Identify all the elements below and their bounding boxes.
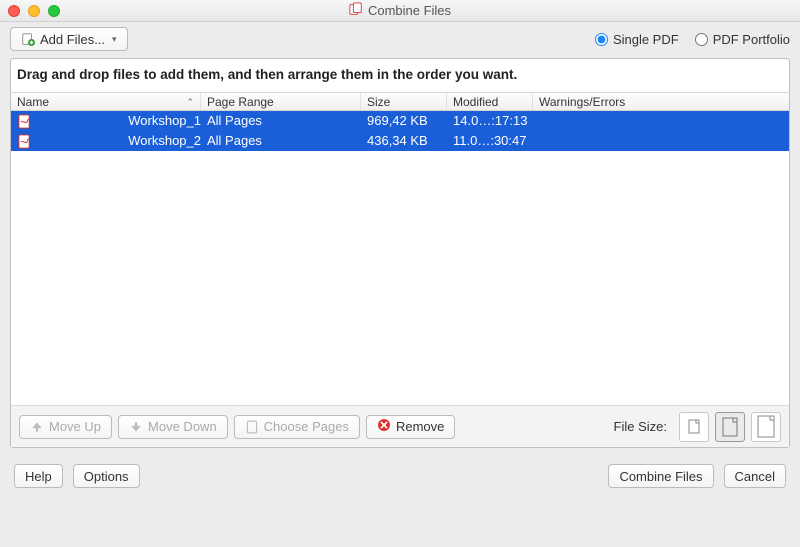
file-size-default-button[interactable] (715, 412, 745, 442)
file-warn (533, 131, 789, 151)
file-size-large-button[interactable] (751, 412, 781, 442)
arrow-down-icon (129, 420, 143, 434)
choose-pages-button[interactable]: Choose Pages (234, 415, 360, 439)
column-name[interactable]: Name ⌃ (11, 93, 201, 110)
list-toolbar: Move Up Move Down Choose Pages Remove Fi… (11, 405, 789, 447)
remove-button[interactable]: Remove (366, 415, 455, 439)
sort-ascending-icon: ⌃ (186, 93, 200, 111)
file-warn (533, 111, 789, 131)
table-header: Name ⌃ Page Range Size Modified Warnings… (11, 92, 789, 111)
top-bar: Add Files... ▾ Single PDF PDF Portfolio (0, 22, 800, 56)
add-files-icon (21, 32, 35, 46)
file-range: All Pages (201, 131, 361, 151)
combine-files-icon (349, 2, 363, 19)
table-body[interactable]: Workshop_1 All Pages 969,42 KB 14.0…:17:… (11, 111, 789, 405)
footer: Help Options Combine Files Cancel (0, 456, 800, 496)
move-up-button[interactable]: Move Up (19, 415, 112, 439)
file-size-value: 969,42 KB (361, 111, 447, 131)
file-range: All Pages (201, 111, 361, 131)
single-pdf-radio[interactable]: Single PDF (595, 32, 679, 47)
cancel-button[interactable]: Cancel (724, 464, 786, 488)
file-size-value: 436,34 KB (361, 131, 447, 151)
pdf-file-icon (17, 114, 32, 129)
file-list-panel: Drag and drop files to add them, and the… (10, 58, 790, 448)
file-name: Workshop_2 (128, 131, 201, 151)
minimize-window-button[interactable] (28, 5, 40, 17)
maximize-window-button[interactable] (48, 5, 60, 17)
file-size-small-button[interactable] (679, 412, 709, 442)
options-button[interactable]: Options (73, 464, 140, 488)
pages-icon (245, 420, 259, 434)
file-name: Workshop_1 (128, 111, 201, 131)
pdf-file-icon (17, 134, 32, 149)
combine-files-button[interactable]: Combine Files (608, 464, 713, 488)
help-button[interactable]: Help (14, 464, 63, 488)
column-modified[interactable]: Modified (447, 93, 533, 110)
column-page-range[interactable]: Page Range (201, 93, 361, 110)
column-warnings[interactable]: Warnings/Errors (533, 93, 789, 110)
window-controls (8, 5, 60, 17)
move-down-button[interactable]: Move Down (118, 415, 228, 439)
output-type-group: Single PDF PDF Portfolio (595, 32, 790, 47)
titlebar: Combine Files (0, 0, 800, 22)
pdf-portfolio-radio[interactable]: PDF Portfolio (695, 32, 790, 47)
file-modified: 11.0…:30:47 (447, 131, 533, 151)
dropdown-caret-icon: ▾ (112, 34, 117, 45)
instruction-text: Drag and drop files to add them, and the… (11, 59, 789, 92)
table-row[interactable]: Workshop_1 All Pages 969,42 KB 14.0…:17:… (11, 111, 789, 131)
remove-icon (377, 418, 391, 435)
window-title: Combine Files (368, 3, 451, 18)
arrow-up-icon (30, 420, 44, 434)
file-size-label: File Size: (614, 419, 667, 434)
table-row[interactable]: Workshop_2 All Pages 436,34 KB 11.0…:30:… (11, 131, 789, 151)
close-window-button[interactable] (8, 5, 20, 17)
file-modified: 14.0…:17:13 (447, 111, 533, 131)
add-files-button[interactable]: Add Files... ▾ (10, 27, 128, 51)
column-size[interactable]: Size (361, 93, 447, 110)
